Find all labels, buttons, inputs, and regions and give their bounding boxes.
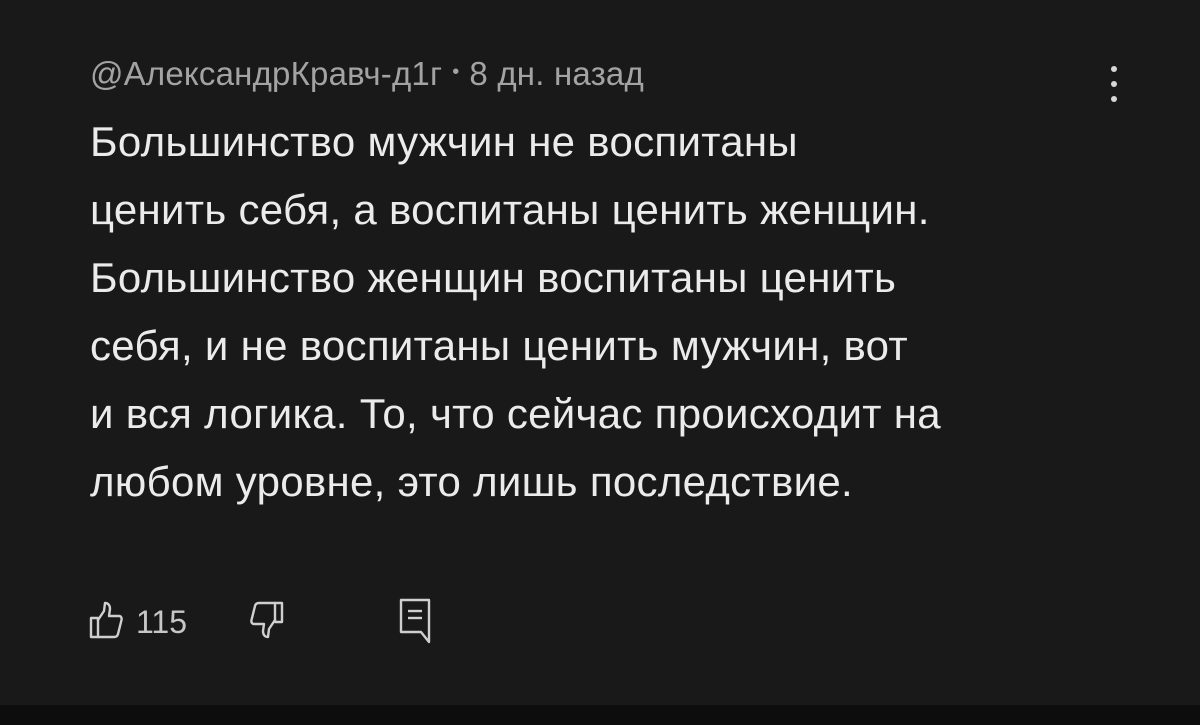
- author-name[interactable]: @АлександрКравч-д1г: [90, 55, 442, 93]
- comment-actions: 115: [88, 594, 433, 650]
- dislike-button[interactable]: [249, 599, 285, 646]
- like-count: 115: [136, 603, 188, 640]
- comment-text-line: любом уровне, это лишь последствие.: [90, 458, 854, 505]
- thumbs-up-icon: [88, 599, 124, 646]
- bottom-edge-bar: [0, 705, 1200, 725]
- more-options-button[interactable]: [1092, 54, 1136, 114]
- thumbs-down-icon: [249, 599, 285, 646]
- reply-comment-icon: [397, 596, 433, 649]
- header-separator: •: [452, 60, 460, 83]
- comment-text-line: Большинство мужчин не воспитаны: [90, 118, 798, 165]
- comment-body: Большинство мужчин не воспитаны ценить с…: [90, 108, 1130, 516]
- more-vertical-icon-dot: [1111, 96, 1117, 102]
- reply-button[interactable]: [397, 596, 433, 649]
- comment-header: @АлександрКравч-д1г • 8 дн. назад: [90, 52, 644, 96]
- comment-text-line: себя, и не воспитаны ценить мужчин, вот: [90, 322, 908, 369]
- comment-text-line: Большинство женщин воспитаны ценить: [90, 254, 897, 301]
- more-vertical-icon-dot: [1111, 81, 1117, 87]
- more-vertical-icon-dot: [1111, 66, 1117, 72]
- like-button[interactable]: 115: [88, 599, 187, 646]
- comment-card: @АлександрКравч-д1г • 8 дн. назад Больши…: [0, 0, 1200, 705]
- comment-timestamp[interactable]: 8 дн. назад: [469, 55, 643, 93]
- comment-text-line: ценить себя, а воспитаны ценить женщин.: [90, 186, 930, 233]
- comment-text-line: и вся логика. То, что сейчас происходит …: [90, 390, 941, 437]
